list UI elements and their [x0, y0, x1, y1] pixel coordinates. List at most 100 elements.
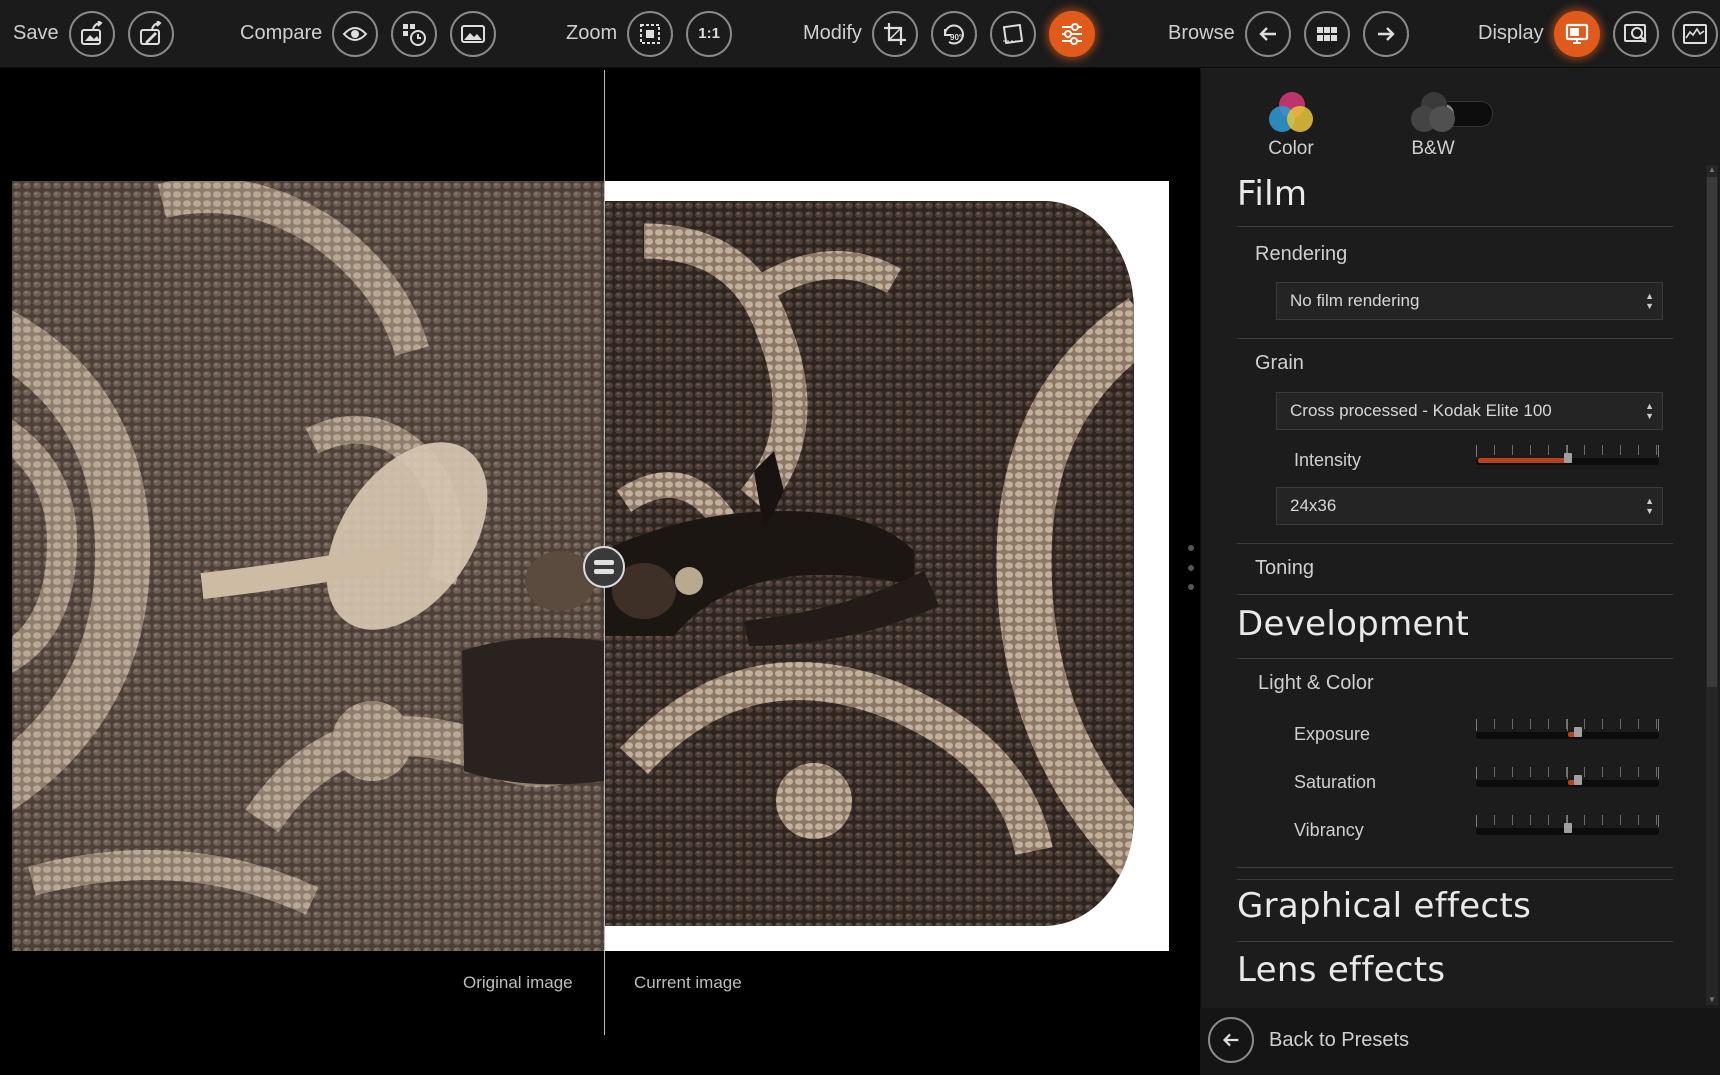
slider-knob[interactable]	[1574, 775, 1583, 785]
zoom-fit-button[interactable]	[627, 10, 674, 57]
slider-knob[interactable]	[1563, 453, 1572, 463]
graphical-effects-section-title[interactable]: Graphical effects	[1237, 886, 1531, 926]
select-arrows-icon: ▲ ▼	[1645, 401, 1654, 421]
history-compare-icon	[403, 23, 427, 46]
film-section-title[interactable]: Film	[1237, 174, 1307, 214]
monitor-icon	[1565, 23, 1588, 44]
save-export-button[interactable]	[68, 10, 115, 57]
svg-text:90°: 90°	[950, 33, 962, 42]
scrollbar-thumb[interactable]	[1707, 177, 1717, 687]
current-image-caption: Current image	[634, 973, 742, 992]
loupe-icon	[1623, 23, 1647, 43]
intensity-slider[interactable]	[1476, 445, 1659, 467]
zoom-group: Zoom 1:1	[566, 0, 733, 67]
browse-grid-button[interactable]	[1303, 10, 1350, 57]
browse-previous-button[interactable]	[1244, 10, 1291, 57]
compare-image-button[interactable]	[450, 10, 497, 57]
original-image	[12, 181, 604, 951]
saturation-label: Saturation	[1294, 772, 1377, 792]
slider-fill	[1478, 458, 1566, 463]
current-photo-graphic	[604, 201, 1134, 926]
zoom-label: Zoom	[566, 22, 618, 44]
display-label: Display	[1478, 22, 1544, 44]
adjustments-icon	[1061, 22, 1082, 45]
save-group: Save	[13, 0, 174, 67]
color-circles-icon	[1267, 92, 1315, 136]
arrow-left-icon	[1259, 26, 1276, 41]
compare-label: Compare	[240, 22, 323, 44]
original-image-caption: Original image	[463, 973, 573, 992]
zoom-1to1-button[interactable]: 1:1	[686, 10, 733, 57]
vibrancy-label: Vibrancy	[1294, 820, 1364, 840]
bw-mode-option[interactable]: B&W	[1409, 92, 1457, 160]
histogram-icon	[1682, 23, 1707, 44]
vibrancy-slider[interactable]	[1476, 815, 1659, 837]
modify-group: Modify 90°	[803, 0, 1095, 67]
divider	[1237, 543, 1673, 544]
scroll-down-icon[interactable]: ▼	[1706, 995, 1718, 1005]
film-rendering-select[interactable]: No film rendering ▲ ▼	[1276, 282, 1663, 320]
rendering-label[interactable]: Rendering	[1255, 243, 1347, 266]
grain-format-select[interactable]: 24x36 ▲ ▼	[1276, 487, 1663, 525]
zoom-fit-icon	[640, 23, 661, 44]
browse-label: Browse	[1168, 22, 1235, 44]
slider-knob[interactable]	[1563, 823, 1572, 833]
rotate-90-button[interactable]: 90°	[930, 10, 977, 57]
color-mode-option[interactable]: Color	[1267, 92, 1315, 160]
arrow-left-icon	[1222, 1033, 1239, 1047]
straighten-button[interactable]	[989, 10, 1036, 57]
panel-footer: Back to Presets	[1200, 1008, 1720, 1075]
display-loupe-button[interactable]	[1612, 10, 1659, 57]
browse-group: Browse	[1168, 0, 1409, 67]
film-rendering-value: No film rendering	[1290, 291, 1420, 310]
save-edit-export-button[interactable]	[127, 10, 174, 57]
zoom-1to1-label: 1:1	[698, 25, 720, 42]
select-arrows-icon: ▲ ▼	[1645, 291, 1654, 311]
crop-icon	[883, 22, 906, 45]
select-arrows-icon: ▲ ▼	[1645, 496, 1654, 516]
divider	[1237, 594, 1673, 595]
toning-label[interactable]: Toning	[1255, 557, 1314, 580]
grain-type-select[interactable]: Cross processed - Kodak Elite 100 ▲ ▼	[1276, 392, 1663, 430]
divider	[1237, 338, 1673, 339]
back-to-presets-label[interactable]: Back to Presets	[1269, 1029, 1409, 1052]
browse-next-button[interactable]	[1362, 10, 1409, 57]
save-label: Save	[13, 22, 59, 44]
grain-format-value: 24x36	[1290, 496, 1337, 515]
bw-circles-icon	[1409, 92, 1457, 136]
display-monitor-button[interactable]	[1553, 10, 1600, 57]
save-edit-export-icon	[139, 20, 162, 45]
modify-label: Modify	[803, 22, 862, 44]
split-handle[interactable]	[583, 546, 625, 588]
display-histogram-button[interactable]	[1671, 10, 1718, 57]
compare-eye-button[interactable]	[332, 10, 379, 57]
exposure-slider[interactable]	[1476, 719, 1659, 741]
image-viewer[interactable]: Original image Current image	[0, 68, 1184, 1075]
rotate-90-icon: 90°	[943, 24, 964, 44]
development-section-title[interactable]: Development	[1237, 604, 1469, 644]
back-to-presets-button[interactable]	[1208, 1017, 1254, 1063]
scroll-up-icon[interactable]: ▲	[1706, 165, 1718, 175]
divider	[1237, 941, 1673, 942]
current-image-frame	[604, 181, 1169, 951]
grain-type-value: Cross processed - Kodak Elite 100	[1290, 401, 1552, 420]
compare-group: Compare	[240, 0, 497, 67]
save-export-icon	[80, 20, 103, 45]
grain-label[interactable]: Grain	[1255, 352, 1304, 375]
adjustments-panel: Color B&W Film Rendering No film renderi…	[1200, 68, 1720, 1075]
lens-effects-section-title[interactable]: Lens effects	[1237, 950, 1445, 990]
color-mode-toggle: Color B&W	[1201, 68, 1720, 168]
color-mode-label: Color	[1268, 138, 1314, 159]
light-color-label[interactable]: Light & Color	[1258, 672, 1374, 695]
panel-resize-grip[interactable]	[1188, 545, 1194, 590]
compare-history-button[interactable]	[391, 10, 438, 57]
arrow-right-icon	[1377, 26, 1395, 41]
slider-knob[interactable]	[1574, 727, 1583, 737]
eye-icon	[342, 26, 368, 41]
crop-button[interactable]	[871, 10, 918, 57]
current-image	[604, 201, 1134, 926]
divider	[1237, 226, 1673, 227]
panel-scrollbar[interactable]: ▲ ▼	[1706, 165, 1718, 1005]
saturation-slider[interactable]	[1476, 767, 1659, 789]
adjustments-button[interactable]	[1048, 10, 1095, 57]
